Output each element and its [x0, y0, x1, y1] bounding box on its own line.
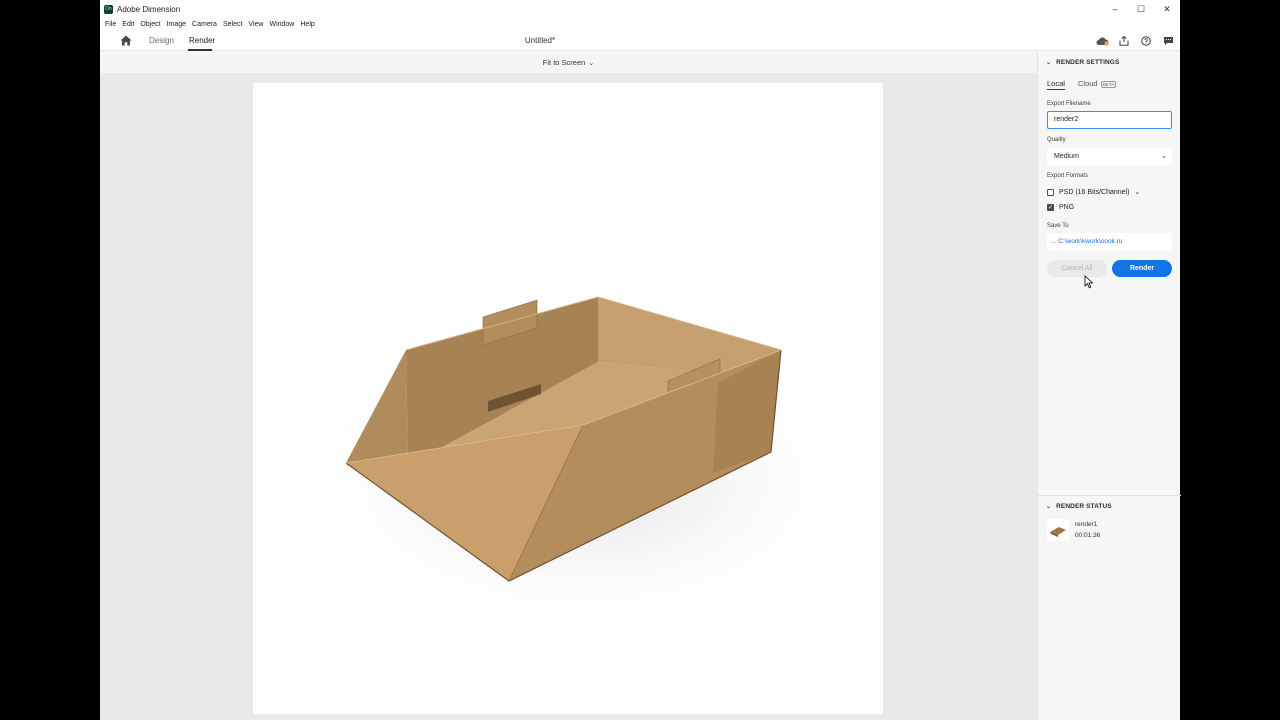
chevron-down-icon[interactable]: ⌄ — [1134, 188, 1140, 196]
menu-bar: File Edit Object Image Camera Select Vie… — [100, 18, 1180, 31]
psd-label: PSD (16 Bits/Channel) — [1059, 188, 1130, 196]
canvas-area: Fit to Screen ⌄ — [100, 52, 1037, 720]
tab-cloud[interactable]: Cloud — [1078, 79, 1098, 88]
format-png[interactable]: ✓ PNG — [1047, 204, 1074, 211]
dimension-logo-icon: Dn — [104, 4, 113, 14]
export-filename-label: Export Filename — [1047, 101, 1091, 107]
zoom-bar: Fit to Screen ⌄ — [100, 52, 1037, 73]
quality-select[interactable]: Medium ⌄ — [1047, 148, 1172, 165]
document-title: Untitled* — [524, 36, 556, 45]
png-checkbox[interactable]: ✓ — [1047, 204, 1054, 211]
chevron-down-icon: ⌄ — [1161, 153, 1167, 160]
render-canvas[interactable] — [253, 83, 883, 714]
png-label: PNG — [1059, 204, 1075, 211]
menu-view[interactable]: View — [245, 21, 266, 28]
render-settings-panel: ⌄ RENDER SETTINGS Local Cloud BETA Expor… — [1037, 52, 1181, 720]
active-tab-indicator — [188, 49, 212, 51]
mouse-cursor-icon — [1084, 275, 1094, 289]
menu-camera[interactable]: Camera — [189, 21, 220, 28]
quality-label: Quality — [1047, 137, 1066, 143]
render-status-header[interactable]: ⌄ RENDER STATUS — [1046, 503, 1112, 510]
menu-window[interactable]: Window — [266, 21, 297, 28]
save-to-label: Save To — [1047, 223, 1069, 229]
beta-badge: BETA — [1101, 81, 1117, 88]
save-to-path[interactable]: ... C:\work\kwork\oook.ru — [1047, 233, 1172, 250]
cardboard-box-render — [283, 296, 883, 643]
minimize-button[interactable]: – — [1102, 0, 1128, 18]
menu-select[interactable]: Select — [220, 21, 245, 28]
menu-object[interactable]: Object — [137, 21, 163, 28]
maximize-button[interactable]: ☐ — [1128, 0, 1154, 18]
render-settings-title: RENDER SETTINGS — [1056, 59, 1120, 66]
panel-divider — [1038, 495, 1181, 496]
tab-local[interactable]: Local — [1047, 79, 1065, 88]
menu-help[interactable]: Help — [297, 21, 317, 28]
render-status-time: 00:01:36 — [1075, 532, 1101, 539]
render-thumbnail[interactable] — [1047, 519, 1069, 541]
render-status-title: RENDER STATUS — [1056, 503, 1112, 510]
render-button[interactable]: Render — [1112, 260, 1172, 277]
top-icons — [1094, 34, 1176, 48]
render-status-name: render1 — [1075, 521, 1098, 528]
render-settings-header[interactable]: ⌄ RENDER SETTINGS — [1046, 59, 1119, 66]
close-button[interactable]: ✕ — [1154, 0, 1180, 18]
active-tab-indicator — [1047, 89, 1065, 90]
app-title: Adobe Dimension — [117, 4, 181, 14]
feedback-icon[interactable] — [1160, 34, 1176, 48]
quality-value: Medium — [1054, 153, 1079, 160]
share-icon[interactable] — [1116, 34, 1132, 48]
adobe-dimension-window: Dn Adobe Dimension – ☐ ✕ File Edit Objec… — [100, 0, 1181, 720]
help-icon[interactable] — [1138, 34, 1154, 48]
cloud-sync-icon[interactable] — [1094, 34, 1110, 48]
format-psd[interactable]: PSD (16 Bits/Channel) ⌄ — [1047, 188, 1140, 196]
fit-to-screen-dropdown[interactable]: Fit to Screen — [543, 58, 586, 67]
psd-checkbox[interactable] — [1047, 188, 1054, 196]
export-formats-label: Export Formats — [1047, 173, 1089, 179]
menu-image[interactable]: Image — [164, 21, 189, 28]
window-controls: – ☐ ✕ — [1102, 0, 1180, 18]
menu-edit[interactable]: Edit — [119, 21, 137, 28]
menu-file[interactable]: File — [102, 21, 119, 28]
title-bar: Dn Adobe Dimension – ☐ ✕ — [100, 0, 1180, 18]
chevron-down-icon: ⌄ — [588, 59, 595, 67]
mode-bar: Design Render Untitled* — [100, 31, 1180, 51]
chevron-down-icon: ⌄ — [1046, 504, 1052, 510]
chevron-down-icon: ⌄ — [1046, 60, 1052, 66]
cancel-all-button[interactable]: Cancel All — [1047, 260, 1107, 277]
export-filename-input[interactable]: render2 — [1047, 111, 1172, 129]
